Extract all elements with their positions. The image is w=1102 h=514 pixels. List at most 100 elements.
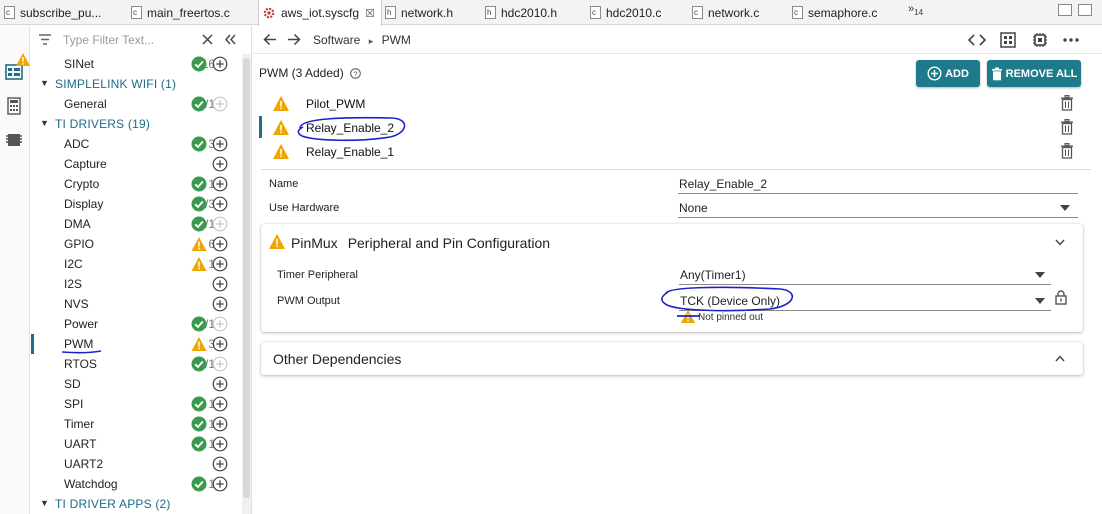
tab-4[interactable]: h hdc2010.h [485, 0, 585, 25]
tree-item-uart[interactable]: UART 1 [31, 434, 241, 454]
tree-item-adc[interactable]: ADC 3 [31, 134, 241, 154]
filter-icon[interactable] [39, 34, 51, 45]
tree-item-i2c[interactable]: I2C 1 [31, 254, 241, 274]
back-arrow-icon[interactable] [263, 33, 277, 46]
add-circle-icon[interactable] [212, 296, 228, 312]
more-options-icon[interactable] [1062, 32, 1080, 48]
check-circle-icon [191, 316, 207, 332]
code-view-icon[interactable] [968, 32, 986, 48]
tree-item-capture[interactable]: Capture [31, 154, 241, 174]
tree-item-power[interactable]: Power 1/1 [31, 314, 241, 334]
tree-item-sinet[interactable]: SINet1/16 [31, 54, 241, 74]
collapse-chevron-icon[interactable] [1055, 239, 1065, 246]
name-input[interactable]: Relay_Enable_2 [679, 177, 767, 191]
chevron-down-icon[interactable]: ▼ [40, 78, 49, 88]
tab-1[interactable]: c main_freertos.c [131, 0, 255, 25]
add-circle-icon[interactable] [212, 156, 228, 172]
c-file-icon: c [4, 6, 15, 19]
sidebar-scrollbar[interactable] [242, 54, 251, 514]
name-input-underline [678, 193, 1078, 194]
tab-0[interactable]: c subscribe_pu... [4, 0, 127, 25]
tab-overflow-button[interactable]: »14 [908, 3, 923, 17]
add-circle-icon[interactable] [212, 336, 228, 352]
chevron-down-icon[interactable] [1035, 298, 1045, 304]
sidebar-scroll-thumb[interactable] [243, 58, 250, 498]
tree-item-label: I2S [64, 277, 83, 291]
instance-row[interactable]: Relay_Enable_2 [253, 116, 1093, 140]
add-instance-button[interactable]: ADD [916, 60, 980, 87]
add-circle-icon[interactable] [212, 276, 228, 292]
tree-category[interactable]: ▼ TI DRIVERS (19) [31, 114, 241, 134]
check-circle-icon [191, 96, 207, 112]
forward-arrow-icon[interactable] [287, 33, 301, 46]
add-circle-icon[interactable] [212, 416, 228, 432]
tree-item-nvs[interactable]: NVS [31, 294, 241, 314]
chip-view-icon[interactable] [4, 130, 24, 150]
timer-peripheral-underline [679, 284, 1051, 285]
clear-filter-icon[interactable] [202, 34, 213, 45]
chevron-down-icon[interactable] [1035, 272, 1045, 278]
device-view-icon[interactable] [1031, 32, 1049, 48]
add-circle-icon[interactable] [212, 436, 228, 452]
remove-all-button[interactable]: REMOVE ALL [987, 60, 1081, 87]
tree-item-general[interactable]: General 1/1 [31, 94, 241, 114]
pwm-output-select[interactable]: TCK (Device Only) [680, 294, 780, 308]
tree-item-sd[interactable]: SD [31, 374, 241, 394]
add-circle-icon[interactable] [212, 236, 228, 252]
add-circle-icon[interactable] [212, 136, 228, 152]
warning-icon [273, 120, 289, 135]
tab-7[interactable]: c semaphore.c [792, 0, 902, 25]
tree-item-label: Watchdog [64, 477, 118, 491]
tree-item-dma[interactable]: DMA 1/1 [31, 214, 241, 234]
tab-3[interactable]: h network.h [385, 0, 481, 25]
breadcrumb-software[interactable]: Software [313, 33, 360, 47]
trash-icon[interactable] [1060, 119, 1074, 135]
tree-item-watchdog[interactable]: Watchdog 1 [31, 474, 241, 494]
instance-row[interactable]: Relay_Enable_1 [253, 140, 1093, 164]
add-circle-icon[interactable] [212, 396, 228, 412]
chevron-down-icon[interactable]: ▼ [40, 118, 49, 128]
maximize-button[interactable] [1078, 4, 1092, 16]
chevron-down-icon[interactable]: ▼ [40, 498, 49, 508]
add-circle-icon[interactable] [212, 196, 228, 212]
minimize-button[interactable] [1058, 4, 1072, 16]
tab-6[interactable]: c network.c [692, 0, 788, 25]
instance-row[interactable]: Pilot_PWM [253, 92, 1093, 116]
tab-close-icon[interactable]: ☒ [365, 7, 375, 20]
timer-peripheral-select[interactable]: Any(Timer1) [680, 268, 746, 282]
add-circle-icon[interactable] [212, 56, 228, 72]
tree-item-rtos[interactable]: RTOS 1/1 [31, 354, 241, 374]
tree-item-pwm[interactable]: PWM 3 [31, 334, 241, 354]
pinmux-warning-icon [269, 234, 285, 249]
tree-item-gpio[interactable]: GPIO 6 [31, 234, 241, 254]
tree-item-display[interactable]: Display 1/3 [31, 194, 241, 214]
tree-item-timer[interactable]: Timer 1 [31, 414, 241, 434]
other-dependencies-card[interactable]: Other Dependencies [261, 342, 1083, 375]
trash-icon[interactable] [1060, 95, 1074, 111]
add-circle-icon[interactable] [212, 476, 228, 492]
chevron-down-icon[interactable] [1060, 205, 1070, 211]
add-circle-icon[interactable] [212, 176, 228, 192]
tab-5[interactable]: c hdc2010.c [590, 0, 687, 25]
calculator-view-icon[interactable] [4, 96, 24, 116]
tree-item-i2s[interactable]: I2S [31, 274, 241, 294]
filter-input[interactable] [61, 31, 197, 49]
tree-category[interactable]: ▼ TI DRIVER APPS (2) [31, 494, 241, 514]
tree-item-uart2[interactable]: UART2 [31, 454, 241, 474]
tab-2[interactable]: aws_iot.syscfg ☒ [258, 0, 382, 26]
collapse-sidebar-icon[interactable] [224, 34, 236, 45]
tab-label: aws_iot.syscfg [281, 6, 360, 20]
tree-category[interactable]: ▼ SIMPLELINK WIFI (1) [31, 74, 241, 94]
tree-item-label: General [64, 97, 107, 111]
add-circle-icon[interactable] [212, 456, 228, 472]
expand-chevron-icon[interactable] [1055, 355, 1065, 362]
help-icon[interactable]: ? [350, 68, 361, 79]
trash-icon[interactable] [1060, 143, 1074, 159]
use-hardware-select[interactable]: None [679, 201, 708, 215]
add-circle-icon[interactable] [212, 376, 228, 392]
add-circle-icon[interactable] [212, 256, 228, 272]
tree-item-spi[interactable]: SPI 1 [31, 394, 241, 414]
lock-icon[interactable] [1055, 290, 1067, 305]
board-view-icon[interactable] [999, 32, 1017, 48]
tree-item-crypto[interactable]: Crypto 1 [31, 174, 241, 194]
